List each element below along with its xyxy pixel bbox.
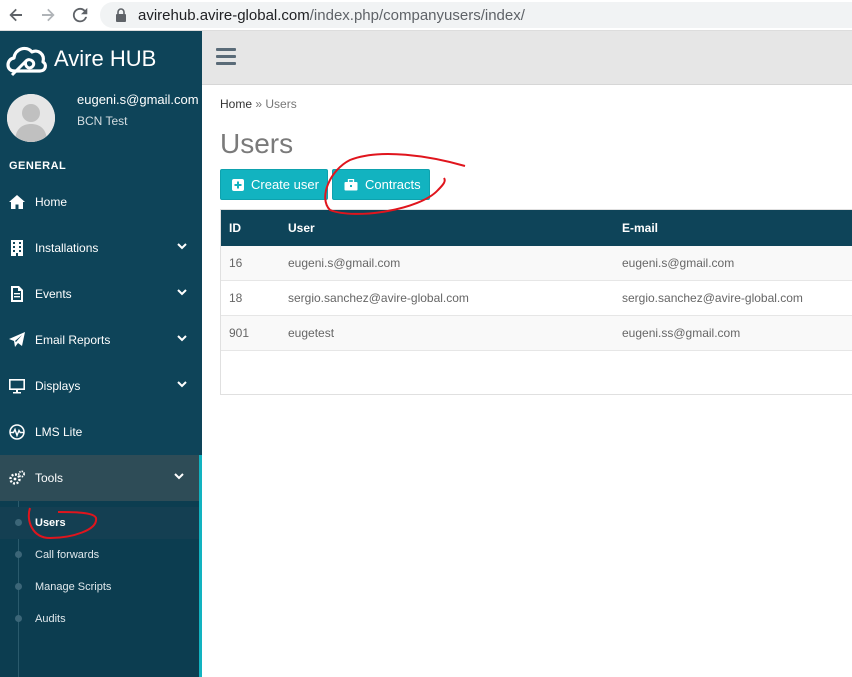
cloud-logo-icon <box>6 46 47 77</box>
column-header-user[interactable]: User <box>288 210 315 246</box>
sidebar-item-installations[interactable]: Installations <box>0 225 202 271</box>
sidebar-item-events[interactable]: Events <box>0 271 202 317</box>
table-row[interactable]: 18 sergio.sanchez@avire-global.com sergi… <box>221 281 852 316</box>
cell-user: eugeni.s@gmail.com <box>288 256 401 270</box>
back-button[interactable] <box>0 0 32 31</box>
sidebar-menu: Home Installations Events Email Reports … <box>0 179 202 677</box>
submenu-item-call-forwards[interactable]: Call forwards <box>0 539 199 571</box>
user-silhouette-icon <box>7 94 55 142</box>
avatar[interactable] <box>7 94 55 142</box>
submenu-item-users[interactable]: Users <box>0 507 199 539</box>
create-user-label: Create user <box>251 177 319 192</box>
submenu-item-label: Manage Scripts <box>35 581 112 593</box>
submenu-item-label: Audits <box>35 613 66 625</box>
table-body: 16 eugeni.s@gmail.com eugeni.s@gmail.com… <box>221 246 852 351</box>
sidebar-item-label: Displays <box>35 379 81 393</box>
browser-toolbar: avirehub.avire-global.com/index.php/comp… <box>0 0 852 31</box>
sidebar-item-email-reports[interactable]: Email Reports <box>0 317 202 363</box>
section-title: GENERAL <box>9 160 67 172</box>
sidebar-item-label: Installations <box>35 241 99 255</box>
hamburger-menu-icon[interactable] <box>216 48 236 66</box>
briefcase-icon <box>344 178 358 190</box>
table-row[interactable]: 16 eugeni.s@gmail.com eugeni.s@gmail.com <box>221 246 852 281</box>
lock-icon <box>116 8 126 22</box>
reload-button[interactable] <box>64 0 96 31</box>
bullet-dot <box>15 615 22 622</box>
cell-id: 901 <box>229 326 250 340</box>
cell-id: 16 <box>229 256 243 270</box>
bullet-dot <box>15 583 22 590</box>
address-bar[interactable]: avirehub.avire-global.com/index.php/comp… <box>100 2 852 28</box>
breadcrumb-separator: » <box>255 97 263 111</box>
cell-user: eugetest <box>288 326 335 340</box>
pulse-icon <box>8 423 26 441</box>
url-path: /index.php/companyusers/index/ <box>309 6 525 24</box>
cell-user: sergio.sanchez@avire-global.com <box>288 291 469 305</box>
submenu-item-manage-scripts[interactable]: Manage Scripts <box>0 571 199 603</box>
breadcrumb-current: Users <box>265 97 297 111</box>
chevron-down-icon <box>174 473 184 480</box>
submenu-item-audits[interactable]: Audits <box>0 603 199 635</box>
create-user-button[interactable]: Create user <box>220 169 328 200</box>
sidebar-item-label: Events <box>35 287 72 301</box>
sidebar-item-label: LMS Lite <box>35 425 83 439</box>
chevron-down-icon <box>177 243 187 250</box>
column-header-email[interactable]: E-mail <box>622 210 658 246</box>
paper-plane-icon <box>8 331 26 349</box>
breadcrumb-home[interactable]: Home <box>220 97 252 111</box>
sidebar-item-label: Home <box>35 195 68 209</box>
sidebar-item-tools[interactable]: Tools <box>0 455 202 501</box>
back-arrow-icon <box>9 8 22 22</box>
chevron-down-icon <box>177 289 187 296</box>
sidebar-item-label: Tools <box>35 471 64 485</box>
sidebar-item-home[interactable]: Home <box>0 179 202 225</box>
page-title: Users <box>220 128 294 159</box>
contracts-button[interactable]: Contracts <box>332 169 430 200</box>
table-row[interactable]: 901 eugetest eugeni.ss@gmail.com <box>221 316 852 351</box>
url-host: avirehub.avire-global.com <box>138 6 310 24</box>
bullet-dot <box>15 551 22 558</box>
cell-email: eugeni.s@gmail.com <box>622 256 735 270</box>
submenu-item-label: Call forwards <box>35 549 100 561</box>
building-icon <box>8 239 26 257</box>
bullet-dot <box>15 519 22 526</box>
gears-icon <box>8 469 26 487</box>
monitor-icon <box>8 377 26 395</box>
users-table: ID User E-mail 16 eugeni.s@gmail.com eug… <box>220 209 852 395</box>
chevron-down-icon <box>177 381 187 388</box>
cell-email: eugeni.ss@gmail.com <box>622 326 741 340</box>
sidebar-item-lms-lite[interactable]: LMS Lite <box>0 409 202 455</box>
brand-name: Avire HUB <box>54 46 157 71</box>
cell-email: sergio.sanchez@avire-global.com <box>622 291 803 305</box>
document-icon <box>8 285 26 303</box>
cell-id: 18 <box>229 291 243 305</box>
contracts-label: Contracts <box>365 177 421 192</box>
reload-icon <box>72 7 88 23</box>
forward-button[interactable] <box>32 0 64 31</box>
sidebar-item-label: Email Reports <box>35 333 111 347</box>
column-header-id[interactable]: ID <box>229 210 241 246</box>
tools-submenu: Users Call forwards Manage Scripts Audit… <box>0 501 202 677</box>
home-icon <box>8 193 26 211</box>
breadcrumb: Home » Users <box>220 97 297 111</box>
brand[interactable]: Avire HUB <box>0 31 202 87</box>
profile-org: BCN Test <box>77 114 128 128</box>
sidebar: Avire HUB eugeni.s@gmail.com BCN Test GE… <box>0 31 202 677</box>
submenu-item-label: Users <box>35 517 66 529</box>
top-bar <box>202 31 852 85</box>
profile-email: eugeni.s@gmail.com <box>77 92 199 107</box>
sidebar-item-displays[interactable]: Displays <box>0 363 202 409</box>
table-header: ID User E-mail <box>221 210 852 246</box>
user-profile: eugeni.s@gmail.com BCN Test <box>0 87 202 157</box>
plus-square-icon <box>232 178 244 191</box>
forward-arrow-icon <box>42 8 55 22</box>
chevron-down-icon <box>177 335 187 342</box>
